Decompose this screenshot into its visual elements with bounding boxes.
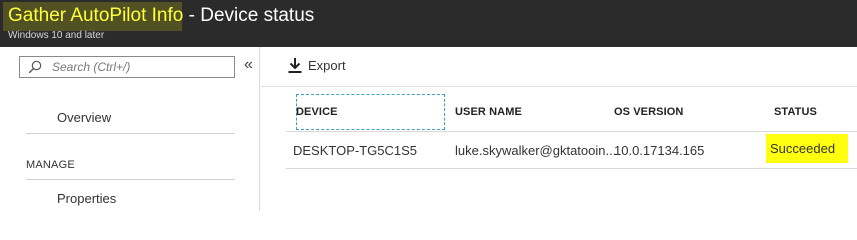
search-box[interactable]: [19, 56, 235, 78]
page-title: Gather AutoPilot Info - Device status: [8, 5, 314, 27]
column-header-status[interactable]: STATUS: [774, 106, 817, 118]
page-subtitle: Windows 10 and later: [8, 30, 105, 41]
sidebar: « Overview MANAGE Properties: [0, 47, 260, 211]
divider: [26, 179, 235, 180]
collapse-sidebar-button[interactable]: «: [244, 56, 253, 74]
cell-user-name: luke.skywalker@gktatooin...: [455, 143, 617, 158]
device-status-table: DEVICE USER NAME OS VERSION STATUS DESKT…: [286, 94, 857, 169]
column-header-os-version[interactable]: OS VERSION: [614, 106, 683, 118]
blade-header: Gather AutoPilot Info - Device status Wi…: [0, 0, 857, 47]
page-title-rest: - Device status: [183, 5, 315, 26]
column-header-device[interactable]: DEVICE: [296, 106, 338, 118]
section-label-manage: MANAGE: [26, 159, 75, 171]
download-icon: [288, 57, 302, 73]
divider: [26, 133, 235, 134]
export-label: Export: [308, 57, 346, 73]
page-title-highlighted: Gather AutoPilot Info: [8, 5, 184, 26]
search-input[interactable]: [52, 59, 230, 75]
table-header: DEVICE USER NAME OS VERSION STATUS: [286, 94, 857, 132]
export-button[interactable]: Export: [288, 56, 346, 74]
sidebar-item-overview[interactable]: Overview: [57, 110, 111, 125]
table-row[interactable]: DESKTOP-TG5C1S5 luke.skywalker@gktatooin…: [286, 132, 857, 169]
cell-status: Succeeded: [770, 141, 836, 156]
search-icon: [28, 60, 42, 74]
toolbar: Export: [261, 47, 857, 87]
column-header-user-name[interactable]: USER NAME: [455, 106, 522, 118]
sidebar-item-properties[interactable]: Properties: [57, 191, 116, 206]
cell-os-version: 10.0.17134.165: [614, 143, 705, 158]
cell-device: DESKTOP-TG5C1S5: [293, 143, 418, 158]
